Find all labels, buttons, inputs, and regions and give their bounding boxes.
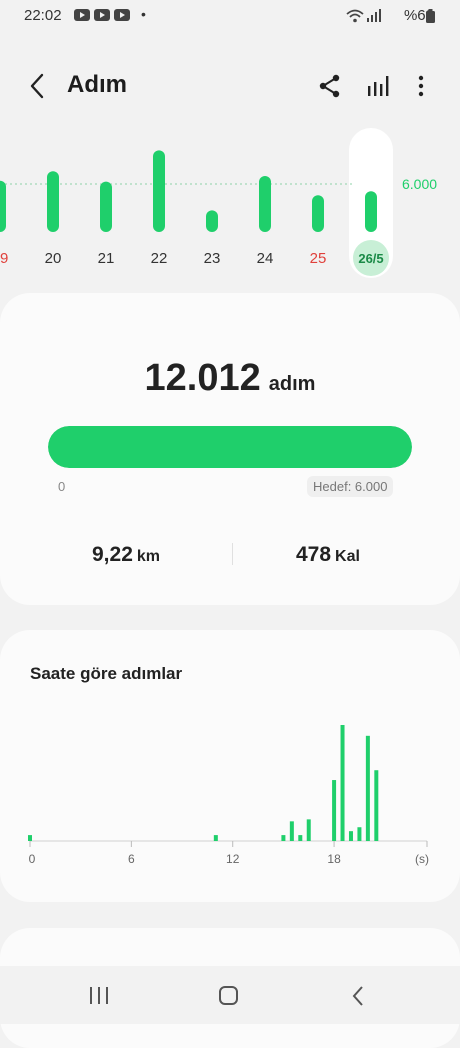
battery-icon <box>426 9 435 23</box>
day-label[interactable]: 22 <box>151 250 168 267</box>
day-bar[interactable] <box>365 191 377 232</box>
hour-bar <box>374 770 379 841</box>
day-label[interactable]: 24 <box>257 250 274 267</box>
summary-card: 12.012 adım 0 Hedef: 6.000 9,22 km 478 Kal <box>0 293 460 605</box>
x-tick-label: 18 <box>327 852 341 866</box>
hour-bar <box>281 835 286 841</box>
hour-bar <box>365 735 370 841</box>
back-icon <box>30 73 44 99</box>
calories-unit: Kal <box>335 548 360 565</box>
steps-unit: adım <box>268 373 316 395</box>
hour-bar <box>306 819 311 841</box>
day-bar[interactable] <box>312 195 324 232</box>
daily-steps-chart[interactable]: 6.000 19 20 21 22 23 24 25 26/5 <box>0 120 460 290</box>
share-button[interactable] <box>316 72 344 100</box>
calories-value: 478 <box>296 543 332 566</box>
hour-bar <box>298 835 303 841</box>
goal-line-label: 6.000 <box>402 176 437 192</box>
day-bar[interactable] <box>100 181 112 232</box>
home-button[interactable] <box>218 986 240 1006</box>
youtube-icon <box>114 9 130 21</box>
day-label[interactable]: 25 <box>310 250 327 267</box>
x-tick-label: 0 <box>29 852 36 866</box>
progress-fill <box>48 426 412 468</box>
day-label[interactable]: 23 <box>204 250 221 267</box>
x-tick-label: 12 <box>226 852 240 866</box>
navigation-bar <box>0 966 460 1024</box>
status-bar: 22:02 • %68 <box>0 0 460 34</box>
status-dot: • <box>141 6 146 22</box>
statistics-button[interactable] <box>364 72 392 100</box>
back-nav-button[interactable] <box>348 986 370 1006</box>
more-vert-icon <box>418 75 424 97</box>
progress-min-label: 0 <box>58 479 66 494</box>
day-label[interactable]: 20 <box>45 250 62 267</box>
day-bar[interactable] <box>153 150 165 232</box>
distance-unit: km <box>136 548 160 565</box>
day-label[interactable]: 19 <box>0 250 8 267</box>
progress-bar <box>48 426 412 468</box>
day-bar[interactable] <box>47 171 59 232</box>
day-label[interactable]: 26/5 <box>358 251 383 266</box>
hour-bar <box>289 821 294 841</box>
stat-divider <box>232 543 233 565</box>
hour-bar <box>348 831 353 841</box>
hour-bar <box>28 835 32 841</box>
hourly-title: Saate göre adımlar <box>30 664 183 683</box>
hour-bar <box>213 835 218 841</box>
hourly-steps-card[interactable]: Saate göre adımlar 0 6 12 18 (s) <box>0 630 460 902</box>
youtube-icon <box>74 9 90 21</box>
more-options-button[interactable] <box>410 72 432 100</box>
back-button[interactable] <box>24 70 52 102</box>
youtube-icon <box>94 9 110 21</box>
x-unit-label: (s) <box>415 852 429 866</box>
steps-count: 12.012 adım <box>0 357 460 400</box>
signal-icon <box>367 9 381 22</box>
day-bar[interactable] <box>0 180 6 232</box>
distance-value: 9,22 <box>92 543 133 566</box>
status-time: 22:02 <box>24 7 62 24</box>
hourly-steps-chart: 0 6 12 18 (s) <box>28 725 429 866</box>
day-label[interactable]: 21 <box>98 250 115 267</box>
bar-chart-icon <box>368 76 389 96</box>
wifi-icon <box>346 9 364 23</box>
x-tick-label: 6 <box>128 852 135 866</box>
distance-stat: 9,22 km <box>92 543 160 567</box>
goal-label: Hedef: 6.000 <box>307 476 394 497</box>
steps-value: 12.012 <box>144 357 261 399</box>
hour-bar <box>340 725 345 841</box>
day-bar[interactable] <box>206 210 218 232</box>
share-icon <box>319 74 340 98</box>
calories-stat: 478 Kal <box>296 543 360 567</box>
day-bar[interactable] <box>259 176 271 232</box>
recent-apps-button[interactable] <box>88 986 110 1006</box>
hour-bar <box>357 827 362 841</box>
hour-bar <box>332 780 337 841</box>
page-title: Adım <box>67 71 127 98</box>
